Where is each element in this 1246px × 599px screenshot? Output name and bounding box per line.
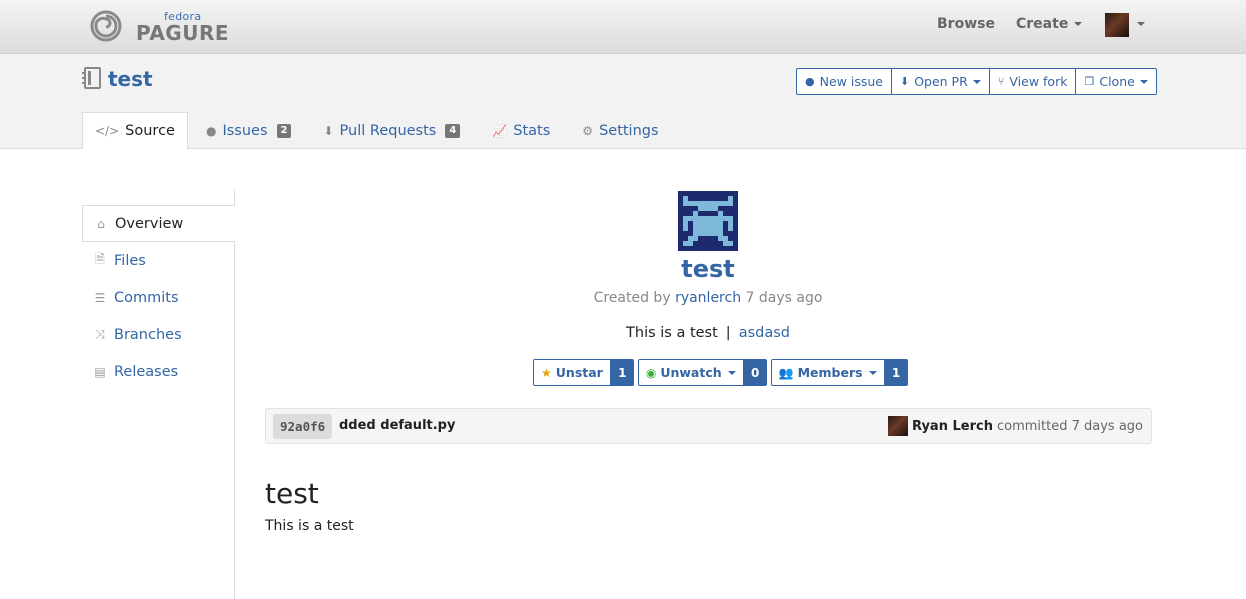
create-label: Create xyxy=(1016,16,1069,32)
top-navbar: fedora PAGURE Browse Create xyxy=(0,0,1246,54)
pull-requests-count-badge: 4 xyxy=(445,123,461,138)
repo-title[interactable]: test xyxy=(82,67,153,91)
users-icon: 👥 xyxy=(778,365,794,380)
members-count: 1 xyxy=(884,359,908,386)
unwatch-button[interactable]: ◉ Unwatch xyxy=(637,359,744,386)
last-commit-bar: 92a0f6 dded default.py Ryan Lerch commit… xyxy=(265,408,1152,444)
repo-icon xyxy=(82,67,101,89)
chevron-down-icon xyxy=(1139,79,1148,84)
created-by-label: Created by xyxy=(593,290,671,306)
project-avatar xyxy=(678,191,738,251)
open-pr-label: Open PR xyxy=(914,74,968,89)
members-label: Members xyxy=(797,365,863,380)
repo-action-buttons: ● New issue ⬇ Open PR ⑂ View fork ❐ Clone xyxy=(796,68,1157,95)
tab-stats[interactable]: 📈 Stats xyxy=(480,112,562,149)
project-name: test xyxy=(681,255,735,283)
issues-count-badge: 2 xyxy=(276,123,292,138)
pagure-wordmark: PAGURE xyxy=(136,21,230,45)
author-name: Ryan Lerch xyxy=(912,418,993,434)
open-pr-button[interactable]: ⬇ Open PR xyxy=(890,68,990,95)
unstar-group: ★ Unstar 1 xyxy=(533,359,634,386)
unstar-label: Unstar xyxy=(555,365,603,380)
sidebar-item-releases[interactable]: ▤ Releases xyxy=(82,353,235,390)
archive-icon: ▤ xyxy=(94,364,106,379)
readme-body: This is a test xyxy=(265,518,354,534)
gears-icon: ⚙ xyxy=(582,123,594,138)
tab-pull-requests-label: Pull Requests xyxy=(339,122,437,139)
clone-label: Clone xyxy=(1099,74,1135,89)
unwatch-group: ◉ Unwatch 0 xyxy=(637,359,767,386)
exclamation-circle-icon: ● xyxy=(205,123,217,138)
line-chart-icon: 📈 xyxy=(492,123,508,138)
pagure-logo[interactable]: fedora PAGURE xyxy=(90,10,229,45)
commit-hash[interactable]: 92a0f6 xyxy=(273,414,333,439)
sidebar-item-label: Releases xyxy=(114,363,179,380)
creator-link[interactable]: ryanlerch xyxy=(675,290,741,306)
chevron-down-icon xyxy=(972,79,981,84)
project-created-info: Created by ryanlerch 7 days ago xyxy=(0,290,1246,306)
members-button[interactable]: 👥 Members xyxy=(770,359,885,386)
new-issue-button[interactable]: ● New issue xyxy=(796,68,892,95)
browse-link[interactable]: Browse xyxy=(937,16,995,32)
description-text: This is a test xyxy=(626,325,718,341)
copy-icon: ❐ xyxy=(1084,75,1095,88)
star-icon: ★ xyxy=(541,365,552,380)
view-fork-button[interactable]: ⑂ View fork xyxy=(988,68,1077,95)
eye-icon: ◉ xyxy=(645,365,657,380)
clone-button[interactable]: ❐ Clone xyxy=(1075,68,1157,95)
sidebar-item-overview[interactable]: ⌂ Overview xyxy=(82,205,235,242)
repo-name: test xyxy=(108,67,153,91)
author-avatar xyxy=(888,416,909,436)
fork-icon: ⑂ xyxy=(997,75,1005,88)
arrow-circle-down-icon: ⬇ xyxy=(899,75,910,88)
tab-issues[interactable]: ● Issues 2 xyxy=(194,112,304,149)
commit-time: 7 days ago xyxy=(1071,418,1143,434)
watch-count: 0 xyxy=(743,359,767,386)
repo-tabs: </> Source ● Issues 2 ⬇ Pull Requests 4 📈 Stat… xyxy=(82,112,679,150)
unstar-button[interactable]: ★ Unstar xyxy=(533,359,611,386)
view-fork-label: View fork xyxy=(1009,74,1068,89)
user-menu-chevron-icon[interactable] xyxy=(1137,22,1145,26)
chevron-down-icon xyxy=(727,370,736,375)
project-description: This is a test | asdasd xyxy=(0,325,1246,341)
exclamation-circle-icon: ● xyxy=(805,75,815,88)
snail-shell-icon xyxy=(90,10,122,42)
members-group: 👥 Members 1 xyxy=(770,359,908,386)
sidebar-item-label: Overview xyxy=(115,215,184,232)
readme-title: test xyxy=(265,477,319,510)
description-separator: | xyxy=(725,325,731,341)
new-issue-label: New issue xyxy=(819,74,883,89)
home-icon: ⌂ xyxy=(97,216,105,231)
tab-settings-label: Settings xyxy=(599,122,659,139)
unwatch-label: Unwatch xyxy=(660,365,722,380)
commit-message: dded default.py xyxy=(339,418,456,433)
arrow-circle-down-icon: ⬇ xyxy=(323,123,334,138)
star-count: 1 xyxy=(610,359,634,386)
project-url-link[interactable]: asdasd xyxy=(739,325,790,341)
user-avatar[interactable] xyxy=(1105,13,1129,37)
commit-author: Ryan Lerch committed 7 days ago xyxy=(888,416,1143,436)
created-ago: 7 days ago xyxy=(745,290,823,306)
chevron-down-icon xyxy=(868,370,877,375)
commit-verb: committed xyxy=(996,418,1068,434)
project-stats: ★ Unstar 1 ◉ Unwatch 0 👥 Members 1 xyxy=(533,359,912,386)
tab-issues-label: Issues xyxy=(222,122,268,139)
chevron-down-icon xyxy=(1074,22,1083,26)
code-icon: </> xyxy=(95,124,120,138)
tab-pull-requests[interactable]: ⬇ Pull Requests 4 xyxy=(311,112,472,149)
tab-source[interactable]: </> Source xyxy=(82,112,188,150)
tab-settings[interactable]: ⚙ Settings xyxy=(570,112,670,149)
tab-stats-label: Stats xyxy=(513,122,551,139)
tab-source-label: Source xyxy=(125,123,175,139)
create-menu[interactable]: Create xyxy=(1016,16,1083,32)
repo-header: test ● New issue ⬇ Open PR ⑂ View fork ❐ Clo… xyxy=(0,54,1246,150)
